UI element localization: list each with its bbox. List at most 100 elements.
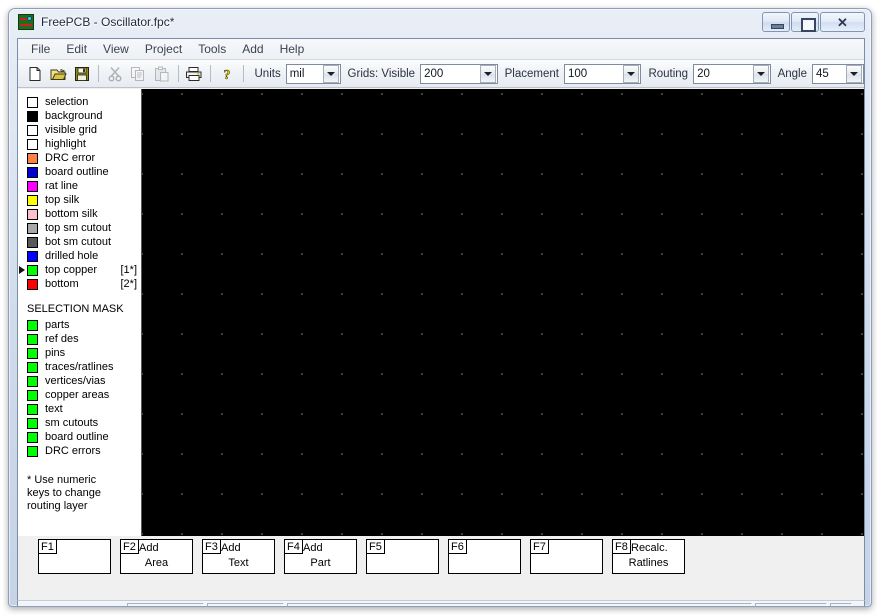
units-dropdown[interactable]: mil (285, 63, 341, 84)
layer-color-swatch[interactable] (27, 208, 38, 220)
layer-row[interactable]: top copper [1*] (18, 263, 141, 277)
close-button[interactable]: ✕ (820, 12, 865, 32)
layer-row[interactable]: board outline (18, 165, 141, 179)
function-key-f4[interactable]: F4 Add Part (284, 539, 357, 574)
mask-color-swatch[interactable] (27, 333, 38, 345)
function-key-f5[interactable]: F5 (366, 539, 439, 574)
mask-color-swatch[interactable] (27, 375, 38, 387)
layer-color-swatch[interactable] (27, 194, 38, 206)
function-key-line1: Recalc. (631, 541, 668, 554)
selection-mask-row[interactable]: board outline (18, 430, 141, 444)
active-layer-marker-icon (19, 223, 26, 233)
layer-row[interactable]: highlight (18, 137, 141, 151)
menu-item-project[interactable]: Project (137, 40, 190, 58)
selection-mask-row[interactable]: text (18, 402, 141, 416)
layer-row[interactable]: rat line (18, 179, 141, 193)
selection-mask-row[interactable]: pins (18, 346, 141, 360)
angle-dropdown[interactable]: 45 (812, 63, 864, 84)
mask-color-swatch[interactable] (27, 347, 38, 359)
mask-color-swatch[interactable] (27, 389, 38, 401)
layer-label: board outline (45, 166, 109, 178)
layer-color-swatch[interactable] (27, 222, 38, 234)
function-key-f7[interactable]: F7 (530, 539, 603, 574)
mask-color-swatch[interactable] (27, 417, 38, 429)
help-button[interactable]: ? (215, 62, 239, 86)
selection-mask-row[interactable]: sm cutouts (18, 416, 141, 430)
layer-color-swatch[interactable] (27, 180, 38, 192)
pcb-canvas[interactable] (142, 89, 864, 536)
layer-color-swatch[interactable] (27, 236, 38, 248)
menu-item-add[interactable]: Add (234, 40, 271, 58)
function-key-line2: Ratlines (628, 556, 669, 569)
function-key-line2 (367, 555, 438, 570)
placement-dropdown[interactable]: 100 (563, 63, 642, 84)
selection-mask-row[interactable]: traces/ratlines (18, 360, 141, 374)
routing-dropdown[interactable]: 20 (693, 63, 771, 84)
selection-mask-row[interactable]: vertices/vias (18, 374, 141, 388)
layer-row[interactable]: top silk (18, 193, 141, 207)
layer-color-swatch[interactable] (27, 110, 38, 122)
function-key-f1[interactable]: F1 (38, 539, 111, 574)
mask-marker-icon (19, 320, 26, 330)
layer-row[interactable]: DRC error (18, 151, 141, 165)
function-key-line2 (39, 555, 110, 570)
layer-row[interactable]: selection (18, 95, 141, 109)
save-file-button[interactable] (70, 62, 94, 86)
layer-row[interactable]: top sm cutout (18, 221, 141, 235)
new-file-button[interactable] (23, 62, 47, 86)
mask-color-swatch[interactable] (27, 319, 38, 331)
function-key-f6[interactable]: F6 (448, 539, 521, 574)
layer-label: top silk (45, 194, 80, 206)
application-window: FreePCB - Oscillator.fpc* ✕ File Edit Vi… (8, 8, 872, 607)
function-key-f2[interactable]: F2 Add Area (120, 539, 193, 574)
mask-marker-icon (19, 348, 26, 358)
layer-row[interactable]: bottom [2*] (18, 277, 141, 291)
maximize-button[interactable] (791, 12, 819, 32)
function-key-tag: F1 (39, 540, 57, 554)
menu-item-help[interactable]: Help (272, 40, 313, 58)
cut-button[interactable] (103, 62, 127, 86)
print-button[interactable] (182, 62, 206, 86)
layer-color-swatch[interactable] (27, 250, 38, 262)
paste-button[interactable] (150, 62, 174, 86)
routing-value: 20 (697, 67, 710, 80)
menu-item-view[interactable]: View (95, 40, 137, 58)
routing-label: Routing (648, 67, 689, 80)
layer-color-swatch[interactable] (27, 278, 38, 290)
selection-mask-row[interactable]: copper areas (18, 388, 141, 402)
layer-color-swatch[interactable] (27, 264, 38, 276)
grids-visible-dropdown[interactable]: 200 (420, 63, 498, 84)
copy-button[interactable] (126, 62, 150, 86)
function-key-line1: Add (221, 541, 241, 554)
layer-color-swatch[interactable] (27, 152, 38, 164)
layer-color-swatch[interactable] (27, 124, 38, 136)
layer-color-swatch[interactable] (27, 166, 38, 178)
mask-color-swatch[interactable] (27, 445, 38, 457)
menu-item-edit[interactable]: Edit (58, 40, 95, 58)
minimize-button[interactable] (762, 12, 790, 32)
mask-marker-icon (19, 334, 26, 344)
function-key-line1 (385, 540, 436, 555)
open-file-button[interactable] (47, 62, 71, 86)
function-key-f8[interactable]: F8 Recalc. Ratlines (612, 539, 685, 574)
selection-mask-row[interactable]: ref des (18, 332, 141, 346)
routing-layer-hint: * Use numeric keys to change routing layer (27, 474, 141, 513)
active-layer-marker-icon (19, 111, 26, 121)
mask-color-swatch[interactable] (27, 431, 38, 443)
menu-item-file[interactable]: File (23, 40, 58, 58)
selection-mask-row[interactable]: parts (18, 318, 141, 332)
selection-mask-row[interactable]: DRC errors (18, 444, 141, 458)
layer-row[interactable]: drilled hole (18, 249, 141, 263)
layer-row[interactable]: background (18, 109, 141, 123)
layer-row[interactable]: visible grid (18, 123, 141, 137)
mask-color-swatch[interactable] (27, 403, 38, 415)
layer-color-swatch[interactable] (27, 138, 38, 150)
function-key-f3[interactable]: F3 Add Text (202, 539, 275, 574)
layer-row[interactable]: bot sm cutout (18, 235, 141, 249)
mask-color-swatch[interactable] (27, 361, 38, 373)
layer-row[interactable]: bottom silk (18, 207, 141, 221)
layer-color-swatch[interactable] (27, 96, 38, 108)
window-title: FreePCB - Oscillator.fpc* (41, 15, 175, 29)
menu-item-tools[interactable]: Tools (190, 40, 234, 58)
layer-panel: selection background visible grid highlight… (18, 89, 142, 536)
